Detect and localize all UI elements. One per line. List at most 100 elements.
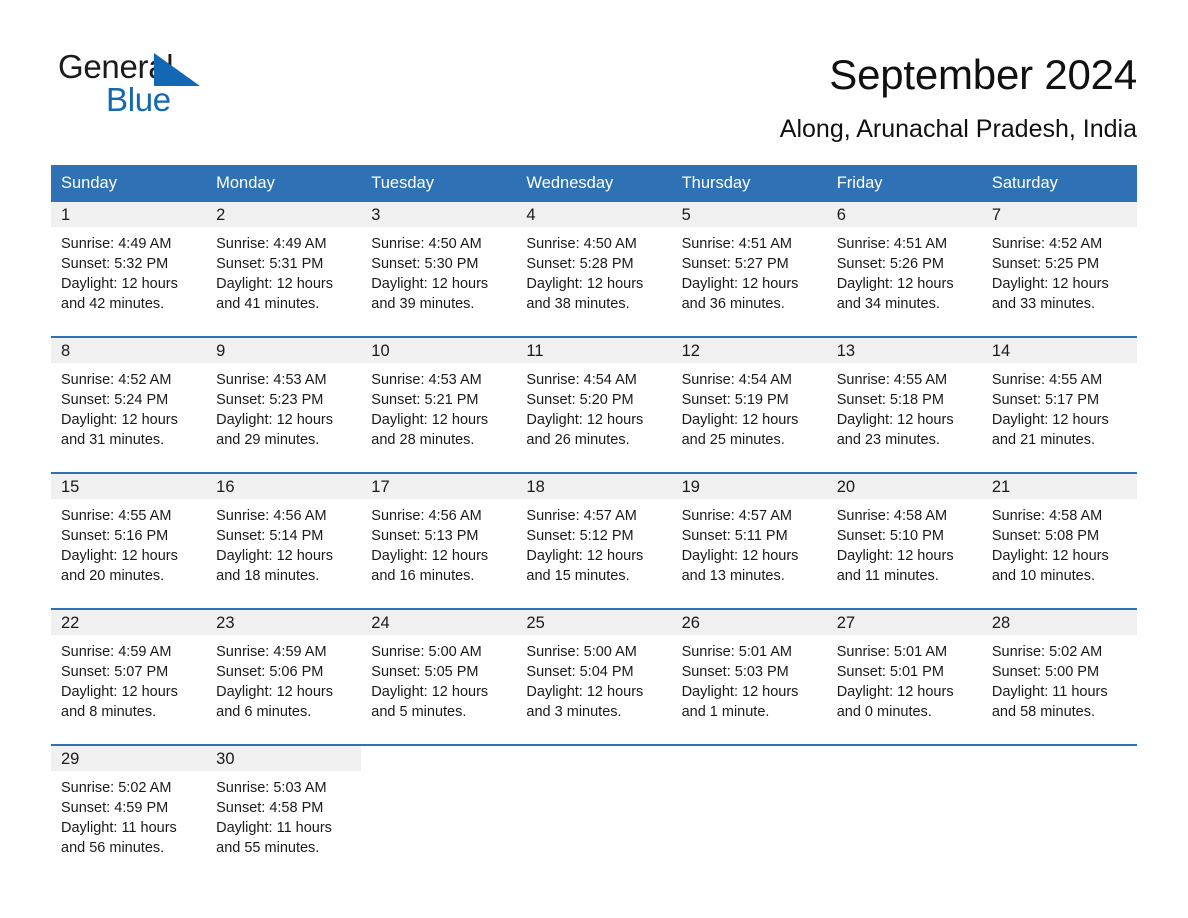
calendar-day-cell[interactable]: 10 Sunrise: 4:53 AM Sunset: 5:21 PM Dayligh… [361,338,517,450]
day-details: Sunrise: 4:58 AM Sunset: 5:08 PM Daylight:… [982,499,1137,586]
calendar-day-cell[interactable]: 27 Sunrise: 5:01 AM Sunset: 5:01 PM Dayligh… [826,610,982,722]
day-details: Sunrise: 4:53 AM Sunset: 5:21 PM Daylight:… [361,363,516,450]
day-details: Sunrise: 4:49 AM Sunset: 5:32 PM Daylight:… [51,227,206,314]
calendar-day-cell[interactable]: 26 Sunrise: 5:01 AM Sunset: 5:03 PM Dayligh… [671,610,827,722]
calendar-day-cell[interactable]: 22 Sunrise: 4:59 AM Sunset: 5:07 PM Dayligh… [51,610,207,722]
calendar-day-cell[interactable]: 15 Sunrise: 4:55 AM Sunset: 5:16 PM Dayligh… [51,474,207,586]
calendar-day-cell[interactable]: 4 Sunrise: 4:50 AM Sunset: 5:28 PM Daylight… [516,202,672,314]
day-number-band [361,746,516,771]
calendar-day-cell[interactable]: 14 Sunrise: 4:55 AM Sunset: 5:17 PM Dayligh… [981,338,1137,450]
day-details: Sunrise: 4:55 AM Sunset: 5:16 PM Daylight:… [51,499,206,586]
calendar-day-cell[interactable]: 16 Sunrise: 4:56 AM Sunset: 5:14 PM Dayligh… [206,474,362,586]
sunrise-time: Sunrise: 4:54 AM [681,372,792,388]
daylight-duration-line2: and 41 minutes. [216,296,320,312]
daylight-duration-line1: Daylight: 12 hours [371,548,489,564]
sunrise-time: Sunrise: 4:59 AM [216,644,327,660]
day-details: Sunrise: 5:00 AM Sunset: 5:04 PM Daylight:… [516,635,671,722]
day-number-band [827,746,982,771]
daylight-duration-line1: Daylight: 12 hours [681,276,799,292]
sunset-time: Sunset: 4:59 PM [61,800,169,816]
calendar-day-cell[interactable]: 2 Sunrise: 4:49 AM Sunset: 5:31 PM Daylight… [206,202,362,314]
day-number-band: 15 [51,474,207,499]
calendar-day-cell[interactable]: 18 Sunrise: 4:57 AM Sunset: 5:12 PM Dayligh… [516,474,672,586]
sunset-time: Sunset: 5:26 PM [836,256,944,272]
sunrise-time: Sunrise: 4:56 AM [371,508,482,524]
sunrise-time: Sunrise: 4:55 AM [61,508,172,524]
day-number-band: 5 [671,202,827,227]
week-separator [51,586,1137,608]
calendar-day-cell[interactable]: 28 Sunrise: 5:02 AM Sunset: 5:00 PM Dayligh… [981,610,1137,722]
calendar-day-cell[interactable]: 8 Sunrise: 4:52 AM Sunset: 5:24 PM Daylight… [51,338,207,450]
calendar-day-cell[interactable]: 9 Sunrise: 4:53 AM Sunset: 5:23 PM Daylight… [206,338,362,450]
daylight-duration-line1: Daylight: 12 hours [371,412,489,428]
day-number-band [516,746,671,771]
sunset-time: Sunset: 5:04 PM [526,664,634,680]
sunrise-time: Sunrise: 4:49 AM [216,236,327,252]
sunrise-time: Sunrise: 5:02 AM [61,780,172,796]
day-details: Sunrise: 5:01 AM Sunset: 5:03 PM Daylight:… [672,635,827,722]
calendar-day-cell[interactable]: 29 Sunrise: 5:02 AM Sunset: 4:59 PM Dayligh… [51,746,207,858]
calendar-day-cell[interactable]: 3 Sunrise: 4:50 AM Sunset: 5:30 PM Daylight… [361,202,517,314]
day-details: Sunrise: 4:56 AM Sunset: 5:13 PM Daylight:… [361,499,516,586]
daylight-duration-line2: and 0 minutes. [836,704,932,720]
sunrise-time: Sunrise: 4:54 AM [526,372,637,388]
day-number: 23 [216,614,235,632]
day-details [516,771,671,778]
calendar-day-cell[interactable]: 25 Sunrise: 5:00 AM Sunset: 5:04 PM Dayligh… [516,610,672,722]
day-number: 27 [836,614,856,632]
daylight-duration-line1: Daylight: 12 hours [216,276,334,292]
calendar-day-cell[interactable]: 13 Sunrise: 4:55 AM Sunset: 5:18 PM Dayligh… [826,338,982,450]
day-details: Sunrise: 5:02 AM Sunset: 4:59 PM Daylight:… [51,771,206,858]
general-blue-logo: General Blue [58,48,248,120]
daylight-duration-line1: Daylight: 12 hours [836,412,954,428]
calendar-day-cell[interactable]: 11 Sunrise: 4:54 AM Sunset: 5:20 PM Dayligh… [516,338,672,450]
day-details: Sunrise: 5:02 AM Sunset: 5:00 PM Daylight:… [982,635,1137,722]
daylight-duration-line1: Daylight: 12 hours [216,412,334,428]
day-number: 21 [991,478,1011,496]
day-details: Sunrise: 4:57 AM Sunset: 5:11 PM Daylight:… [672,499,827,586]
day-number-band: 7 [981,202,1137,227]
daylight-duration-line2: and 18 minutes. [216,568,320,584]
day-number-band: 22 [51,610,207,635]
sunset-time: Sunset: 5:32 PM [61,256,169,272]
sunset-time: Sunset: 5:31 PM [216,256,324,272]
daylight-duration-line2: and 20 minutes. [61,568,165,584]
calendar-day-cell[interactable]: 24 Sunrise: 5:00 AM Sunset: 5:05 PM Dayligh… [361,610,517,722]
calendar-day-cell[interactable]: 30 Sunrise: 5:03 AM Sunset: 4:58 PM Dayligh… [206,746,362,858]
calendar-day-cell[interactable]: 7 Sunrise: 4:52 AM Sunset: 5:25 PM Daylight… [981,202,1137,314]
day-number-band: 3 [361,202,517,227]
day-number-band: 13 [826,338,982,363]
day-details: Sunrise: 4:56 AM Sunset: 5:14 PM Daylight:… [206,499,361,586]
sunset-time: Sunset: 5:24 PM [61,392,169,408]
day-details [827,771,982,778]
daylight-duration-line1: Daylight: 12 hours [836,548,954,564]
day-number-band: 20 [826,474,982,499]
calendar-day-cell[interactable]: 1 Sunrise: 4:49 AM Sunset: 5:32 PM Daylight… [51,202,207,314]
calendar-day-cell[interactable]: 6 Sunrise: 4:51 AM Sunset: 5:26 PM Daylight… [826,202,982,314]
daylight-duration-line2: and 6 minutes. [216,704,312,720]
day-number: 13 [836,342,856,360]
calendar-day-cell[interactable]: 5 Sunrise: 4:51 AM Sunset: 5:27 PM Daylight… [671,202,827,314]
weekday-header-sunday: Sunday [61,174,117,192]
calendar-day-cell[interactable]: 17 Sunrise: 4:56 AM Sunset: 5:13 PM Dayligh… [361,474,517,586]
daylight-duration-line1: Daylight: 12 hours [681,684,799,700]
sunset-time: Sunset: 5:01 PM [836,664,944,680]
weekday-header-row: Sunday Monday Tuesday Wednesday Thursday Frid… [51,165,1137,202]
calendar-day-cell[interactable]: 20 Sunrise: 4:58 AM Sunset: 5:10 PM Dayligh… [826,474,982,586]
calendar-day-cell[interactable]: 19 Sunrise: 4:57 AM Sunset: 5:11 PM Dayligh… [671,474,827,586]
calendar-day-cell[interactable]: 23 Sunrise: 4:59 AM Sunset: 5:06 PM Dayligh… [206,610,362,722]
calendar-day-cell[interactable]: 12 Sunrise: 4:54 AM Sunset: 5:19 PM Dayligh… [671,338,827,450]
week-separator [51,450,1137,472]
sunrise-time: Sunrise: 4:55 AM [991,372,1103,388]
day-number-band: 1 [51,202,207,227]
daylight-duration-line2: and 58 minutes. [991,704,1096,720]
daylight-duration-line1: Daylight: 12 hours [681,412,799,428]
calendar-day-cell[interactable]: 21 Sunrise: 4:58 AM Sunset: 5:08 PM Dayligh… [981,474,1137,586]
sunrise-time: Sunrise: 4:55 AM [836,372,948,388]
day-number: 28 [991,614,1011,632]
calendar-week-row: 15 Sunrise: 4:55 AM Sunset: 5:16 PM Dayligh… [51,472,1137,586]
day-number: 14 [991,342,1011,360]
daylight-duration-line1: Daylight: 12 hours [371,684,489,700]
daylight-duration-line1: Daylight: 11 hours [61,820,177,836]
daylight-duration-line2: and 25 minutes. [681,432,785,448]
